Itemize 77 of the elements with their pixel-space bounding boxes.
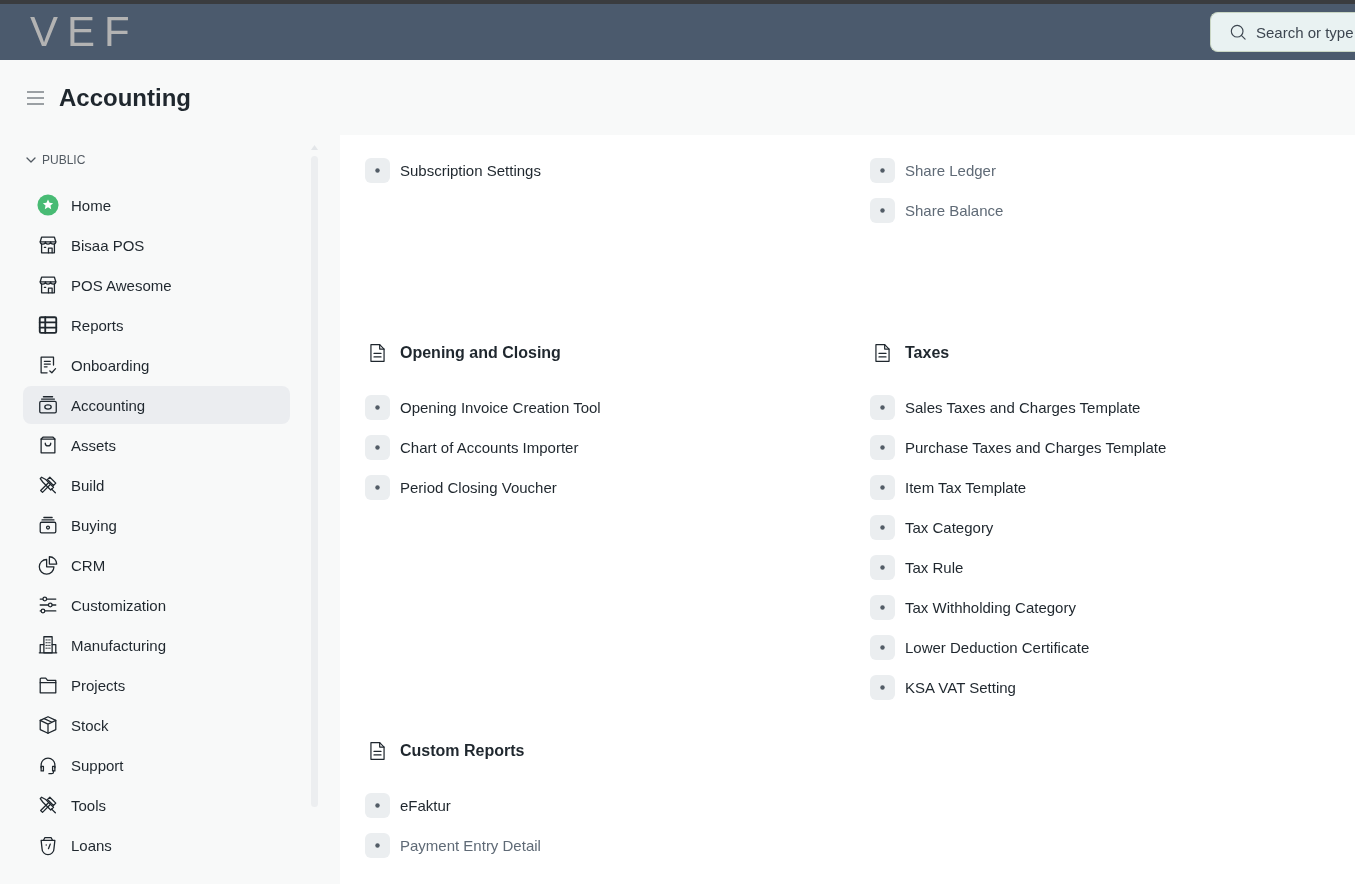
document-icon [872,342,893,364]
sidebar-item[interactable]: Onboarding [23,346,290,384]
document-icon [367,342,388,364]
bullet-icon [365,394,390,420]
shortcut-link[interactable]: Share Balance [870,190,1355,230]
banknote-icon [37,394,59,416]
sidebar-item[interactable]: Support [23,746,290,784]
sidebar-item[interactable]: Bisaa POS [23,226,290,264]
sidebar-item[interactable]: CRM [23,546,290,584]
sidebar-item[interactable]: Home [23,186,290,224]
search-field[interactable]: Search or type [1210,12,1355,52]
sidebar-item[interactable]: Stock [23,706,290,744]
shortcut-link[interactable]: Share Ledger [870,150,1355,190]
building-icon [37,634,59,656]
bullet-icon [870,554,895,580]
sidebar-item[interactable]: Customization [23,586,290,624]
sidebar-item[interactable]: Build [23,466,290,504]
bullet-icon [870,434,895,460]
bullet-icon [870,474,895,500]
shortcut-link[interactable]: Purchase Taxes and Charges Template [870,427,1355,467]
pie-chart-icon [37,554,59,576]
box-icon [37,714,59,736]
shortcut-link[interactable]: Lower Deduction Certificate [870,627,1355,667]
sidebar-item[interactable]: Reports [23,306,290,344]
menu-icon [26,89,45,106]
shortcut-link[interactable]: Tax Rule [870,547,1355,587]
store-icon [37,274,59,296]
checklist-icon [37,354,59,376]
bullet-icon [365,474,390,500]
sidebar-item[interactable]: Loans [23,826,290,864]
menu-button[interactable] [26,89,45,106]
bullet-icon [870,394,895,420]
table-icon [37,314,59,336]
sidebar-item[interactable]: Projects [23,666,290,704]
bag-icon [37,434,59,456]
drawer-icon [37,514,59,536]
bullet-icon [870,594,895,620]
shortcut-link[interactable]: KSA VAT Setting [870,667,1355,707]
shortcut-link[interactable]: Subscription Settings [365,150,870,190]
shortcut-link[interactable]: Sales Taxes and Charges Template [870,387,1355,427]
tools-icon [37,794,59,816]
card-title: Opening and Closing [400,344,561,362]
sidebar-item[interactable]: Tools [23,786,290,824]
bullet-icon [365,832,390,858]
bullet-icon [870,197,895,223]
document-icon [367,740,388,762]
shortcut-link[interactable]: Payment Entry Detail [365,825,870,865]
bullet-icon [870,514,895,540]
search-icon [1228,22,1248,42]
sidebar-item[interactable]: Manufacturing [23,626,290,664]
pouch-icon [37,834,59,856]
tools-icon [37,474,59,496]
shortcut-link[interactable]: Period Closing Voucher [365,467,870,507]
sidebar-item[interactable]: Assets [23,426,290,464]
card-title: Custom Reports [400,742,525,760]
shortcut-link[interactable]: Opening Invoice Creation Tool [365,387,870,427]
shortcut-link[interactable]: Item Tax Template [870,467,1355,507]
shortcut-link[interactable]: Tax Category [870,507,1355,547]
sidebar-item[interactable]: Accounting [23,386,290,424]
folder-icon [37,674,59,696]
page-title: Accounting [59,83,191,112]
shortcut-link[interactable]: eFaktur [365,785,870,825]
bullet-icon [365,792,390,818]
card-title: Taxes [905,344,950,362]
shortcut-link[interactable]: Chart of Accounts Importer [365,427,870,467]
bullet-icon [365,434,390,460]
bullet-icon [870,634,895,660]
bullet-icon [870,674,895,700]
sidebar-item[interactable]: Buying [23,506,290,544]
section-label: PUBLIC [42,153,86,167]
bullet-icon [365,157,390,183]
bullet-icon [870,157,895,183]
store-icon [37,234,59,256]
section-toggle[interactable]: PUBLIC [23,150,290,170]
sliders-icon [37,594,59,616]
sidebar-item[interactable]: POS Awesome [23,266,290,304]
shortcut-link[interactable]: Tax Withholding Category [870,587,1355,627]
